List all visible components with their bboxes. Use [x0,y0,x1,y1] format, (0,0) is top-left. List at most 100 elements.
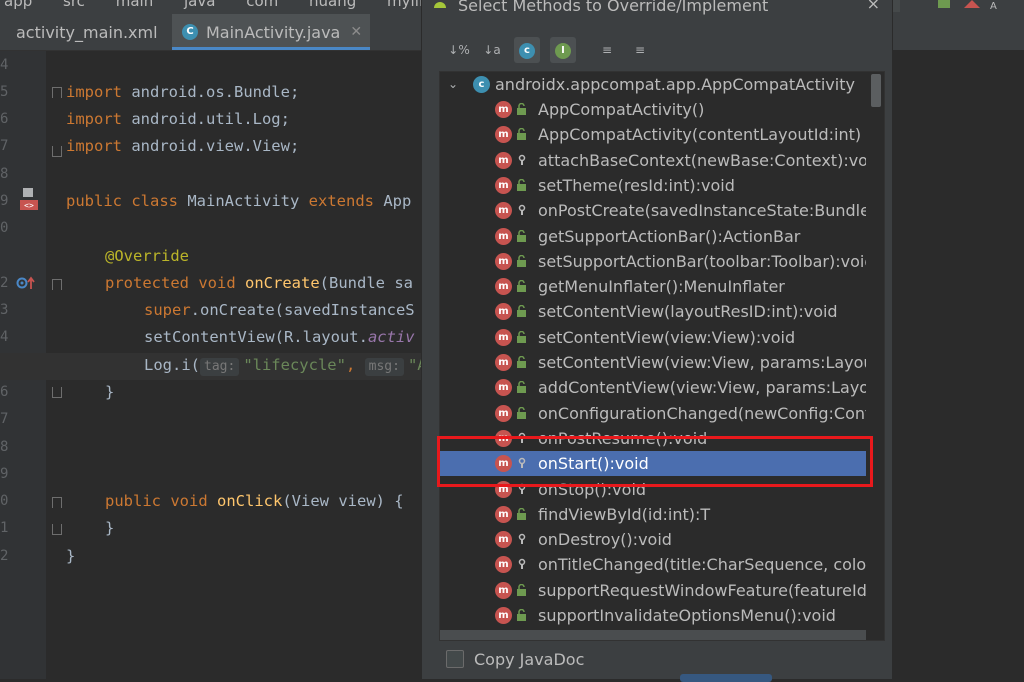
method-row[interactable]: m onStop():void [440,477,866,502]
fold-marker[interactable] [52,279,62,290]
method-row[interactable]: m getMenuInflater():MenuInflater [440,274,866,299]
method-signature: setSupportActionBar(toolbar:Toolbar):voi… [538,251,866,271]
method-row[interactable]: m onDestroy():void [440,527,866,552]
breadcrumb-item[interactable]: java [184,0,215,10]
method-row[interactable]: m setContentView(layoutResID:int):void [440,299,866,324]
code-line: super.onCreate(savedInstanceS [144,297,415,324]
public-access-icon [517,305,526,318]
keyword: void [161,492,208,510]
protected-access-icon [518,457,526,469]
fold-marker[interactable] [52,387,62,398]
code-line: setContentView(R.layout.activ [144,324,415,351]
line-number: 0 [0,493,9,509]
method-row[interactable]: m onConfigurationChanged(newConfig:Config… [440,401,866,426]
method-icon: m [495,202,512,220]
code-line: public class MainActivity extends App [66,188,411,215]
fold-marker[interactable] [52,524,62,535]
tab-label: activity_main.xml [16,22,158,42]
line-number: 8 [0,166,9,182]
line-number: 4 [0,57,9,73]
fold-marker[interactable] [52,87,62,98]
method-row[interactable]: m supportInvalidateOptionsMenu():void [440,603,866,628]
code-line: import android.view.View; [66,133,299,160]
public-access-icon [517,381,526,394]
sort-by-percent-button[interactable]: ↓% [446,37,472,63]
breadcrumb-item[interactable]: main [116,0,153,10]
chevron-down-icon[interactable]: ⌄ [448,72,458,97]
method-icon: m [495,151,512,169]
copy-javadoc-option[interactable]: Copy JavaDoc [446,648,584,670]
ok-button[interactable] [680,674,772,682]
public-access-icon [517,103,526,115]
breadcrumb-item[interactable]: huang [309,0,356,10]
fold-marker[interactable] [52,146,62,157]
breadcrumb-item[interactable]: app [4,0,32,10]
keyword: void [189,274,236,292]
tab-main-activity-java[interactable]: C MainActivity.java ✕ [172,14,370,50]
collapse-all-button[interactable]: ≡ [627,37,653,63]
code-line: } [105,379,114,406]
method-row[interactable]: m setContentView(view:View):void [440,325,866,350]
method-icon: m [495,429,512,447]
override-marker-icon[interactable] [16,275,38,291]
method-icon: m [495,176,512,194]
method-row[interactable]: m onTitleChanged(title:CharSequence, colo… [440,552,866,577]
method-icon: m [495,455,512,473]
method-row[interactable]: m onStart():void [440,451,866,477]
method-signature: onConfigurationChanged(newConfig:Configu [538,403,866,423]
method-row[interactable]: m AppCompatActivity(contentLayoutId:int) [440,122,866,147]
code-editor[interactable]: import android.os.Bundle; import android… [66,51,446,679]
method-signature: addContentView(view:View, params:LayoutP… [538,378,866,398]
method-name: onClick [207,492,283,510]
fold-marker[interactable] [52,497,62,508]
show-interfaces-button[interactable]: I [550,37,576,63]
close-icon[interactable]: × [867,0,880,13]
line-number: 2 [0,548,9,564]
code-line: import android.util.Log; [66,106,290,133]
warning-icon [964,0,980,8]
method-row[interactable]: m setTheme(resId:int):void [440,173,866,198]
method-signature: setContentView(layoutResID:int):void [538,302,838,322]
background [892,0,1024,679]
method-row[interactable]: m findViewById(id:int):T [440,502,866,527]
method-row[interactable]: m onPostResume():void [440,426,866,451]
method-icon: m [495,379,512,397]
method-signature: getMenuInflater():MenuInflater [538,277,785,297]
line-number: 3 [0,302,9,318]
keyword: import [66,110,122,128]
method-row[interactable]: m onPostCreate(savedInstanceState:Bundle)… [440,198,866,223]
tree-parent-class[interactable]: ⌄ c androidx.appcompat.app.AppCompatActi… [440,72,866,97]
line-number: 0 [0,220,9,236]
keyword: super [144,301,191,319]
interface-icon: I [555,42,571,59]
tab-activity-main-xml[interactable]: activity_main.xml [0,14,186,50]
method-row[interactable]: m AppCompatActivity() [440,97,866,122]
search-field-edge[interactable] [892,0,900,12]
show-classes-button[interactable]: c [514,37,540,63]
expand-all-button[interactable]: ≡ [594,37,620,63]
breadcrumb-item[interactable]: com [246,0,278,10]
string-literal: "lifecycle" [243,356,346,374]
vertical-scrollbar[interactable] [871,74,881,107]
method-icon: m [495,404,512,422]
method-row[interactable]: m addContentView(view:View, params:Layout… [440,375,866,400]
method-tree[interactable]: ⌄ c androidx.appcompat.app.AppCompatActi… [439,71,885,641]
public-access-icon [517,229,526,242]
call: Log.i( [144,356,200,374]
method-row[interactable]: m supportRequestWindowFeature(featureId:i… [440,578,866,603]
code-line: @Override [105,243,189,270]
breadcrumb-item[interactable]: src [63,0,85,10]
close-icon[interactable]: ✕ [350,24,362,40]
method-row[interactable]: m setSupportActionBar(toolbar:Toolbar):vo… [440,249,866,274]
expand-all-icon: ≡ [601,43,613,57]
sort-alphabetically-button[interactable]: ↓a [479,37,505,63]
method-row[interactable]: m attachBaseContext(newBase:Context):void [440,148,866,173]
public-access-icon [517,507,526,520]
method-row[interactable]: m setContentView(view:View, params:Layout… [440,350,866,375]
method-name: onCreate [235,274,320,292]
layout-file-icon[interactable]: <> [18,188,40,212]
copy-javadoc-checkbox[interactable] [446,650,464,668]
keyword: import [66,137,122,155]
horizontal-scrollbar[interactable] [440,630,866,640]
method-row[interactable]: m getSupportActionBar():ActionBar [440,224,866,249]
